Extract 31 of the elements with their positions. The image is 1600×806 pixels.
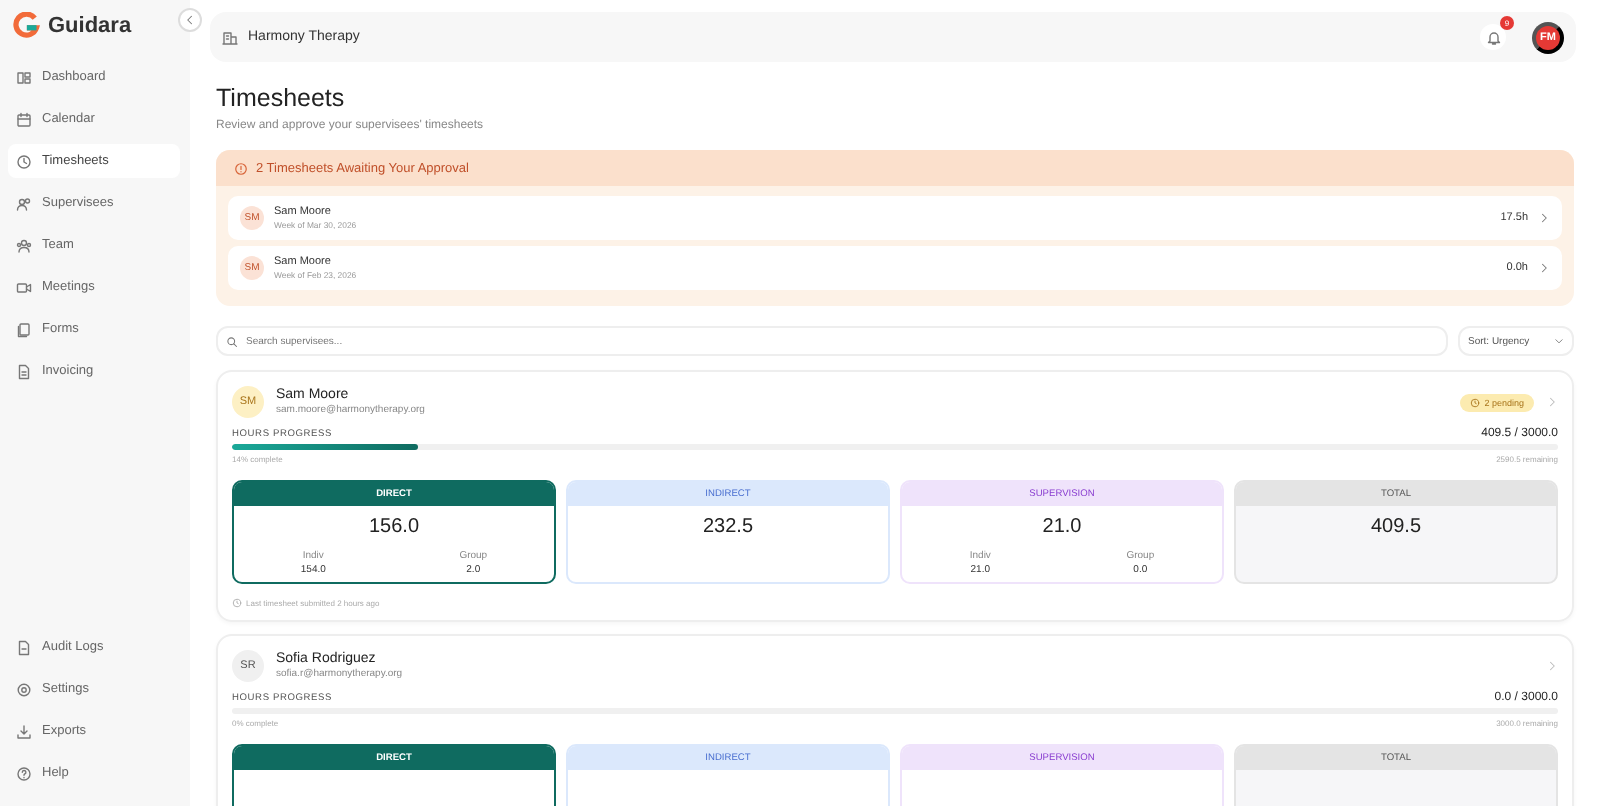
stat-value: 21.0 [1040, 516, 1084, 538]
clock-icon [1470, 397, 1481, 407]
video-icon [16, 279, 32, 295]
chevron-left-icon [184, 14, 196, 26]
team-icon [16, 237, 32, 253]
chevron-down-icon [1554, 336, 1564, 346]
collapse-button[interactable] [178, 8, 202, 32]
chevron-right-icon [1538, 212, 1550, 224]
clock-icon [232, 598, 242, 608]
building-icon [222, 29, 238, 45]
document-icon [16, 639, 32, 655]
download-icon [16, 723, 32, 739]
chevron-right-icon [1546, 660, 1558, 672]
settings-icon [16, 681, 32, 697]
invoice-icon [16, 363, 32, 379]
help-icon [16, 765, 32, 781]
stat-value: 409.5 [1368, 516, 1424, 538]
dashboard-icon [16, 69, 32, 85]
page-title: Timesheets [216, 84, 347, 112]
alert-icon [234, 161, 248, 175]
calendar-icon [16, 111, 32, 127]
bell-icon [1485, 29, 1501, 45]
stat-value: 156.0 [366, 516, 422, 538]
documents-icon [16, 321, 32, 337]
stat-value: 232.5 [700, 516, 756, 538]
chevron-right-icon [1546, 396, 1558, 408]
logo-icon [12, 12, 40, 40]
clock-icon [16, 153, 32, 169]
users-icon [16, 195, 32, 211]
brand-name: Guidara [48, 14, 132, 38]
chevron-right-icon [1538, 262, 1550, 274]
